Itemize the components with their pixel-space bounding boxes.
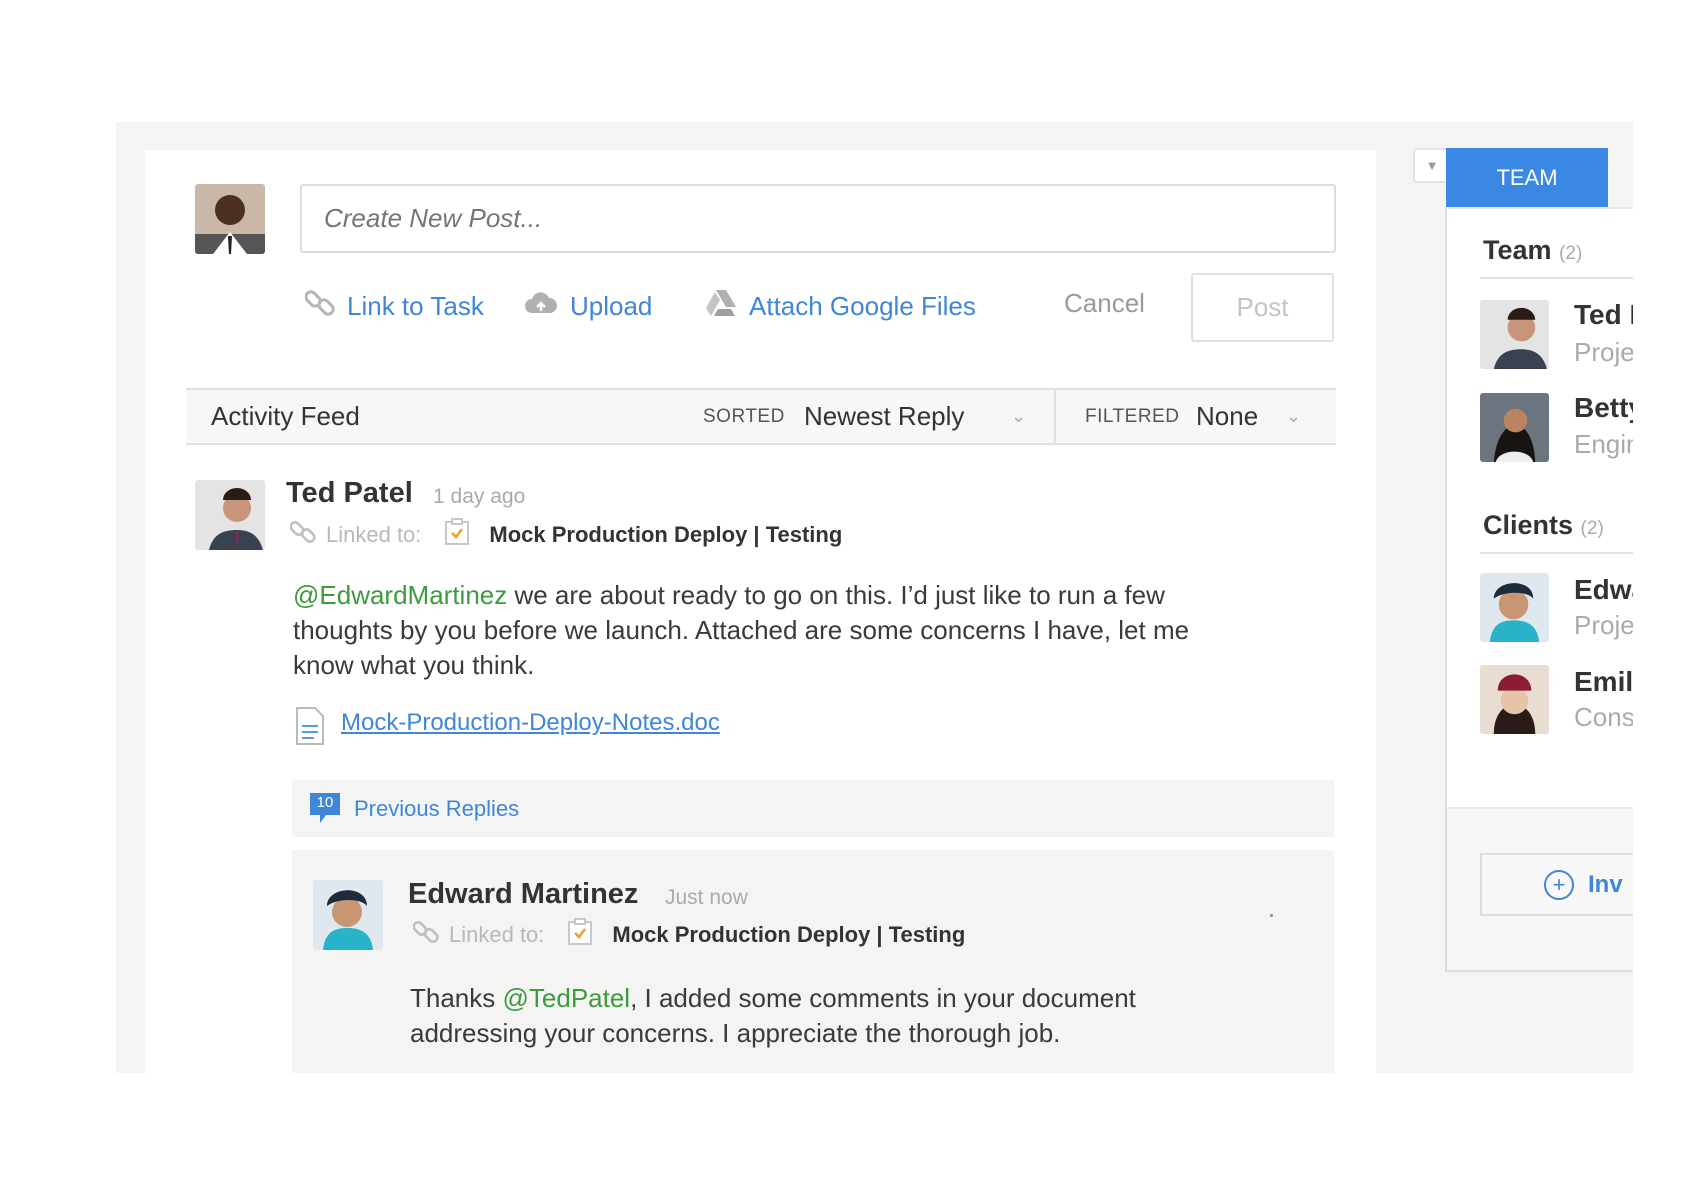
google-drive-icon <box>705 289 737 324</box>
document-icon <box>295 706 325 751</box>
invite-label: Inv <box>1588 870 1623 898</box>
reply-author[interactable]: Edward Martinez <box>408 878 638 911</box>
ted-patel-avatar[interactable] <box>195 480 265 550</box>
cloud-upload-icon <box>524 291 558 322</box>
reply-body-text: Thanks <box>410 983 503 1013</box>
previous-replies-label: Previous Replies <box>354 795 520 821</box>
link-icon <box>289 519 316 551</box>
reply-count: 10 <box>316 793 334 811</box>
upload-button[interactable]: Upload <box>524 288 652 324</box>
member-avatar[interactable] <box>1480 665 1549 734</box>
post-linked-row: Linked to: Mock Production Deploy | Test… <box>289 518 842 552</box>
member-avatar[interactable] <box>1480 573 1549 642</box>
link-icon <box>304 288 335 325</box>
member-name[interactable]: Ted P <box>1574 299 1633 331</box>
mention-link[interactable]: @EdwardMartinez <box>293 580 507 610</box>
member-name[interactable]: Edwa <box>1574 574 1633 606</box>
previous-replies-button[interactable]: 10 Previous Replies <box>292 780 1334 837</box>
reply-options-dot[interactable] <box>1270 914 1273 917</box>
plus-circle-icon: + <box>1544 869 1574 900</box>
tab-team[interactable]: TEAM <box>1446 148 1608 207</box>
divider <box>1480 552 1633 554</box>
link-to-task-button[interactable]: Link to Task <box>304 288 484 325</box>
invite-button[interactable]: + Inv <box>1480 853 1633 916</box>
attach-google-files-button[interactable]: Attach Google Files <box>705 288 976 324</box>
comment-count-icon: 10 <box>310 792 340 825</box>
link-to-task-label: Link to Task <box>347 290 484 321</box>
sidebar-toggle-button[interactable]: ▼ <box>1413 148 1449 183</box>
post-body-line: we are about ready to go on this. I’d ju… <box>507 580 1165 610</box>
mention-link[interactable]: @TedPatel <box>503 983 631 1013</box>
member-role: Projec <box>1574 337 1633 367</box>
linked-task-link[interactable]: Mock Production Deploy | Testing <box>489 522 842 548</box>
attach-google-files-label: Attach Google Files <box>749 290 976 321</box>
member-name[interactable]: Betty <box>1574 392 1633 424</box>
team-count: (2) <box>1559 243 1583 264</box>
reply-linked-row: Linked to: Mock Production Deploy | Test… <box>412 918 965 952</box>
post-timestamp: 1 day ago <box>433 485 526 508</box>
panel-footer: + Inv <box>1447 807 1633 970</box>
reply-body-text: , I added some comments in your document <box>630 983 1136 1013</box>
edward-martinez-avatar[interactable] <box>313 880 383 950</box>
member-avatar[interactable] <box>1480 393 1549 462</box>
post-button[interactable]: Post <box>1191 273 1334 342</box>
member-role: Engin <box>1574 429 1633 459</box>
linked-to-label: Linked to: <box>326 522 422 547</box>
chevron-down-icon[interactable]: ⌄ <box>1011 390 1026 443</box>
clients-count: (2) <box>1580 518 1604 539</box>
reply-body-line: addressing your concerns. I appreciate t… <box>410 1018 1061 1048</box>
linked-to-label: Linked to: <box>449 922 545 947</box>
task-icon <box>443 518 471 552</box>
caret-down-icon: ▼ <box>1425 158 1439 173</box>
team-panel: Team (2) Ted P Projec Betty Engin Client… <box>1445 207 1633 972</box>
reply-body: Thanks @TedPatel, I added some comments … <box>410 981 1310 1051</box>
upload-label: Upload <box>570 290 653 321</box>
post-author[interactable]: Ted Patel <box>286 477 413 510</box>
member-role: Consu <box>1574 702 1633 732</box>
member-name[interactable]: Emily <box>1574 666 1633 698</box>
current-user-avatar <box>195 184 265 254</box>
filter-dropdown[interactable]: None <box>1196 390 1258 443</box>
task-icon <box>566 918 594 952</box>
reply-timestamp: Just now <box>665 886 748 909</box>
chevron-down-icon[interactable]: ⌄ <box>1286 390 1301 443</box>
post-body-line: thoughts by you before we launch. Attach… <box>293 615 1190 645</box>
post-body: @EdwardMartinez we are about ready to go… <box>293 578 1293 683</box>
clients-section-title: Clients (2) <box>1483 510 1604 540</box>
divider <box>1480 277 1633 279</box>
member-avatar[interactable] <box>1480 300 1549 369</box>
cancel-button[interactable]: Cancel <box>1064 288 1145 319</box>
divider <box>1054 390 1056 443</box>
attachment-link[interactable]: Mock-Production-Deploy-Notes.doc <box>341 709 720 737</box>
linked-task-link[interactable]: Mock Production Deploy | Testing <box>612 922 965 948</box>
post-body-line: know what you think. <box>293 650 535 680</box>
sort-dropdown[interactable]: Newest Reply <box>804 390 964 443</box>
activity-feed-bar: Activity Feed SORTED Newest Reply ⌄ FILT… <box>186 388 1336 445</box>
filtered-label: FILTERED <box>1085 406 1180 427</box>
member-role: Projec <box>1574 610 1633 640</box>
activity-feed-title: Activity Feed <box>211 401 360 431</box>
team-section-title: Team (2) <box>1483 235 1583 265</box>
create-post-input[interactable] <box>300 184 1336 253</box>
sorted-label: SORTED <box>703 406 785 427</box>
link-icon <box>412 919 439 951</box>
